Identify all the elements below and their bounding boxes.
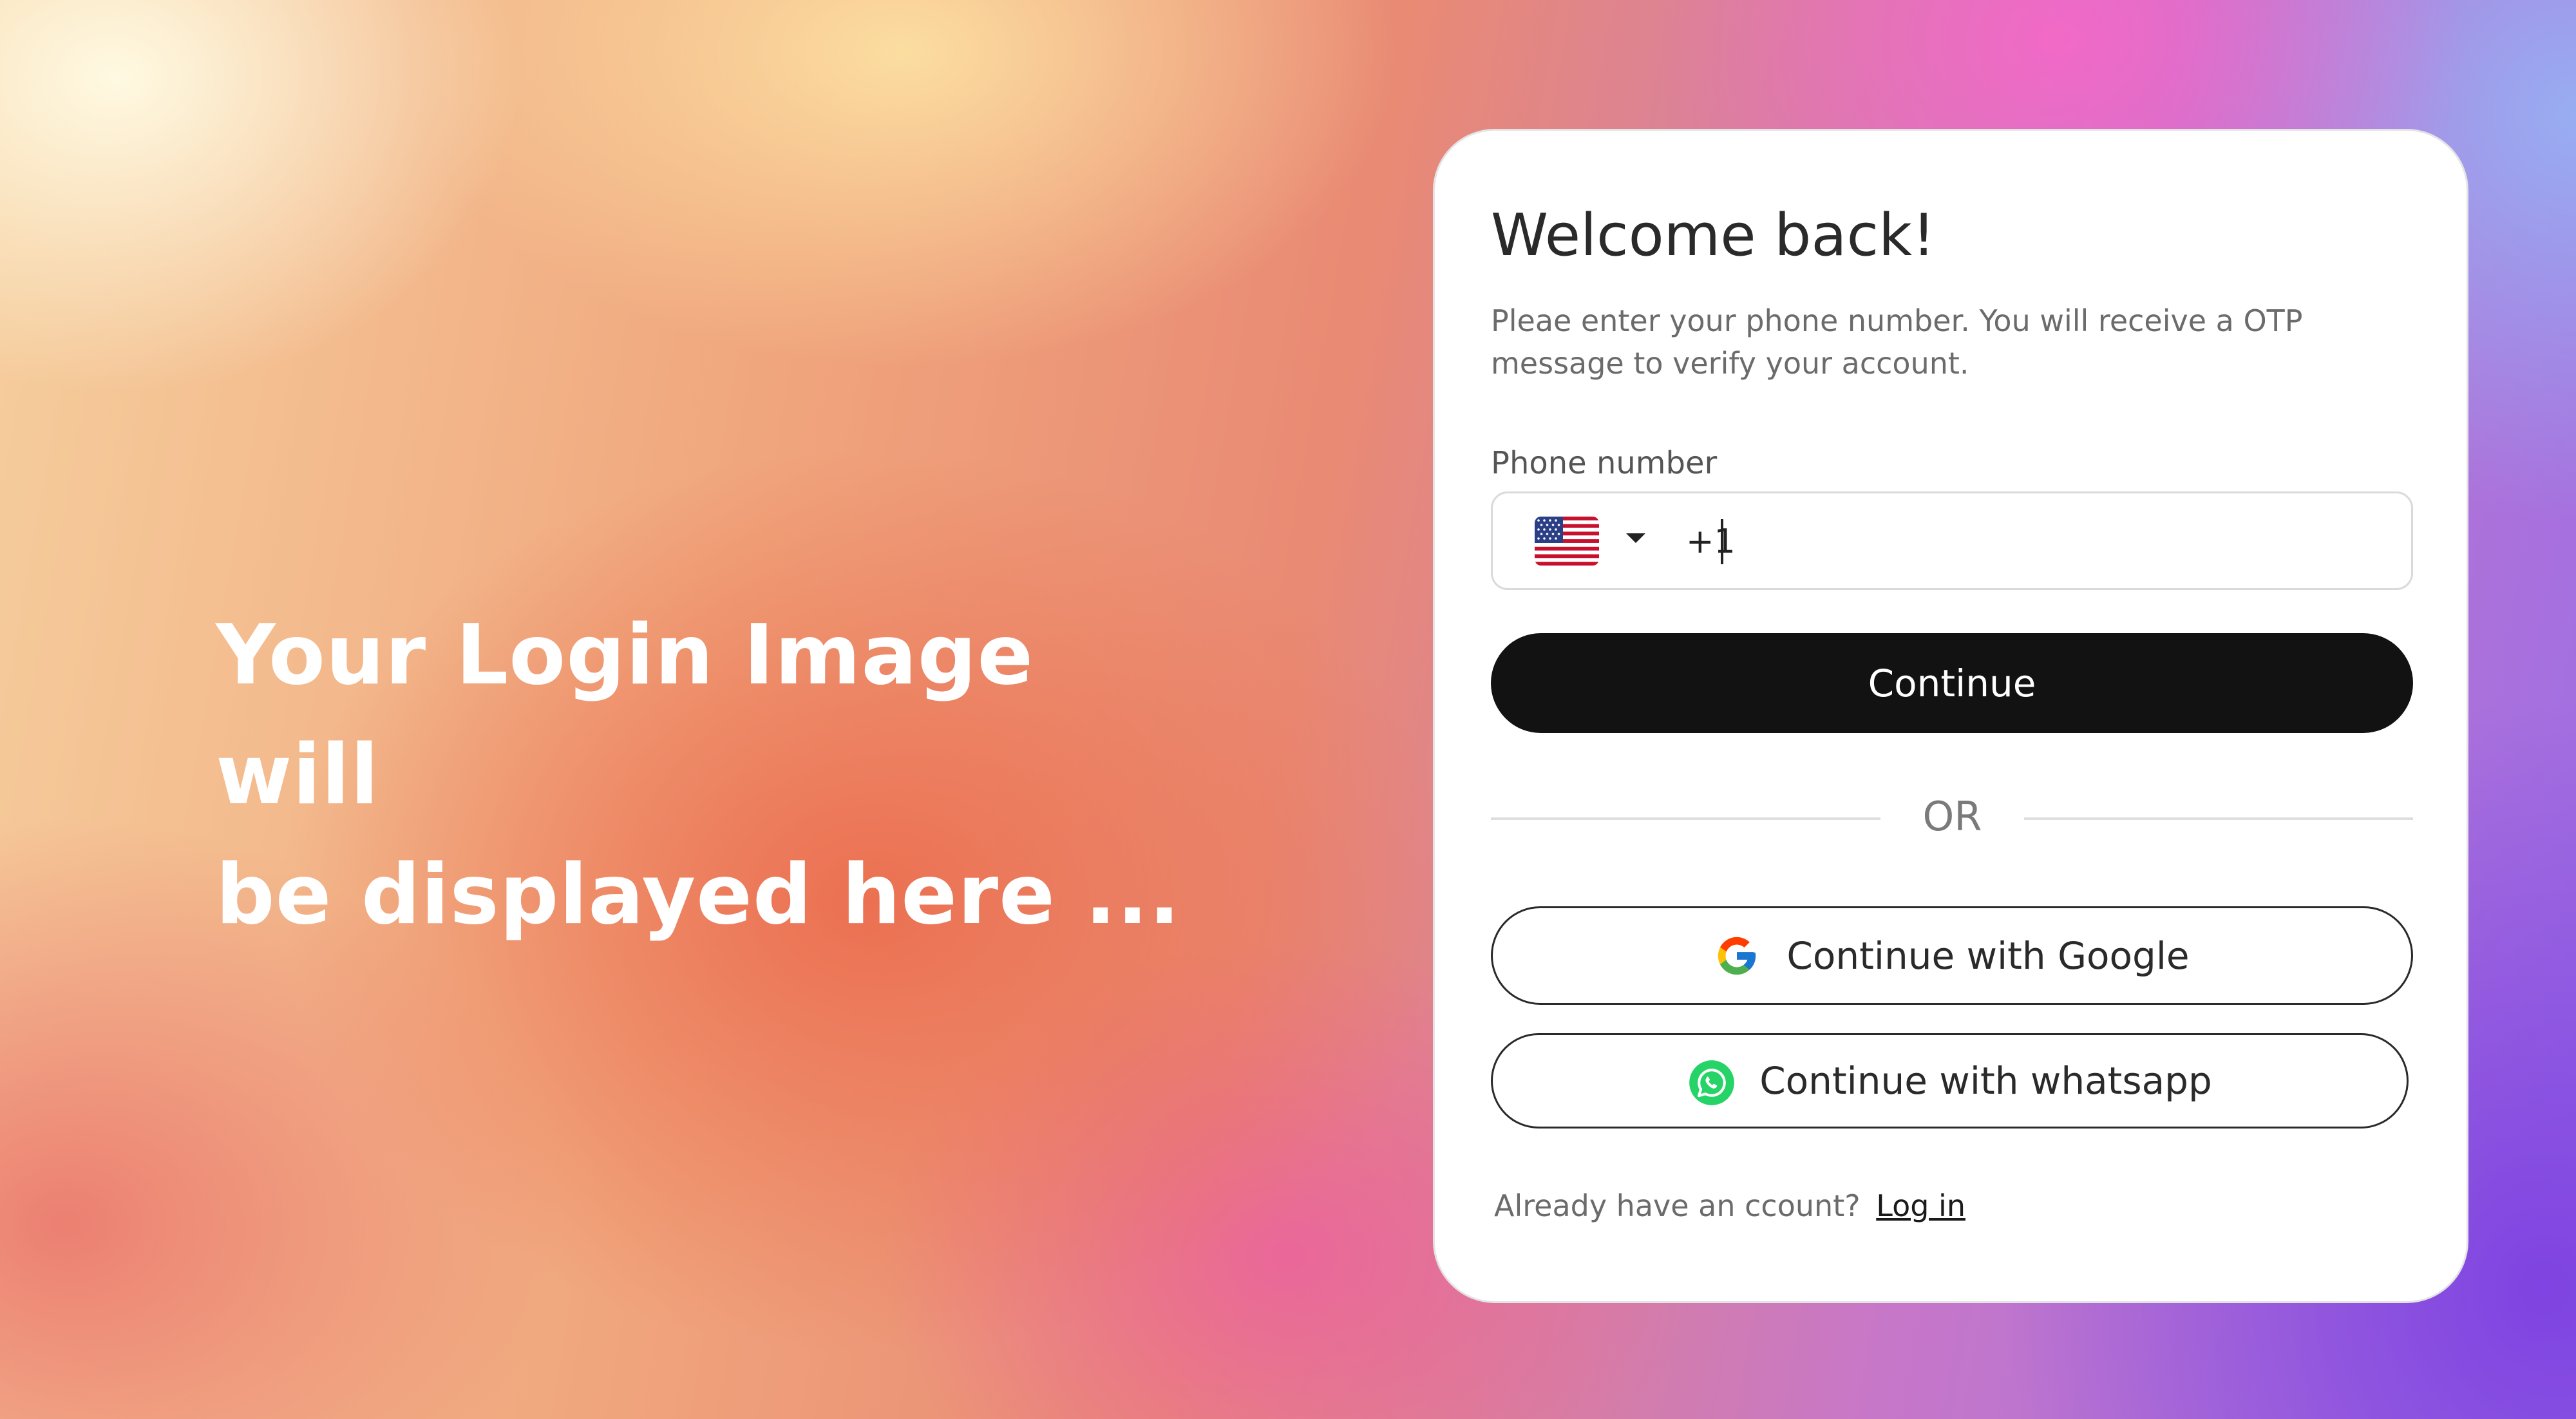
page-subtitle: Pleae enter your phone number. You will …: [1491, 303, 2303, 381]
continue-button[interactable]: Continue: [1491, 633, 2413, 733]
us-flag-icon[interactable]: [1535, 517, 1599, 566]
login-page: Your Login Image will be displayed here …: [0, 0, 2576, 1419]
continue-with-google-button[interactable]: Continue with Google: [1491, 906, 2413, 1005]
log-in-link[interactable]: Log in: [1876, 1188, 1965, 1223]
divider-or-text: OR: [1922, 793, 1982, 840]
continue-with-whatsapp-button[interactable]: Continue with whatsapp: [1491, 1033, 2409, 1129]
country-dropdown-chevron-icon[interactable]: [1626, 533, 1645, 543]
hero-placeholder-text: Your Login Image will be displayed here …: [216, 596, 1182, 955]
continue-with-google-label: Continue with Google: [1786, 933, 2190, 978]
page-title: Welcome back!: [1491, 202, 1936, 269]
hero-line-1: Your Login Image will: [216, 607, 1034, 823]
google-icon: [1714, 933, 1759, 978]
phone-number-field[interactable]: [1491, 491, 2413, 590]
phone-number-label: Phone number: [1491, 445, 1718, 481]
whatsapp-icon: [1687, 1058, 1735, 1105]
continue-with-whatsapp-label: Continue with whatsapp: [1759, 1059, 2212, 1103]
login-prompt: Already have an ccount? Log in: [1494, 1188, 1965, 1223]
divider-line-right: [2024, 817, 2413, 820]
phone-number-input[interactable]: [1686, 510, 2382, 574]
login-card: Welcome back! Pleae enter your phone num…: [1433, 129, 2468, 1303]
hero-line-2: be displayed here ...: [216, 847, 1181, 943]
divider-line-left: [1491, 817, 1880, 820]
text-cursor: [1721, 519, 1723, 564]
login-prompt-text: Already have an ccount?: [1494, 1188, 1861, 1223]
